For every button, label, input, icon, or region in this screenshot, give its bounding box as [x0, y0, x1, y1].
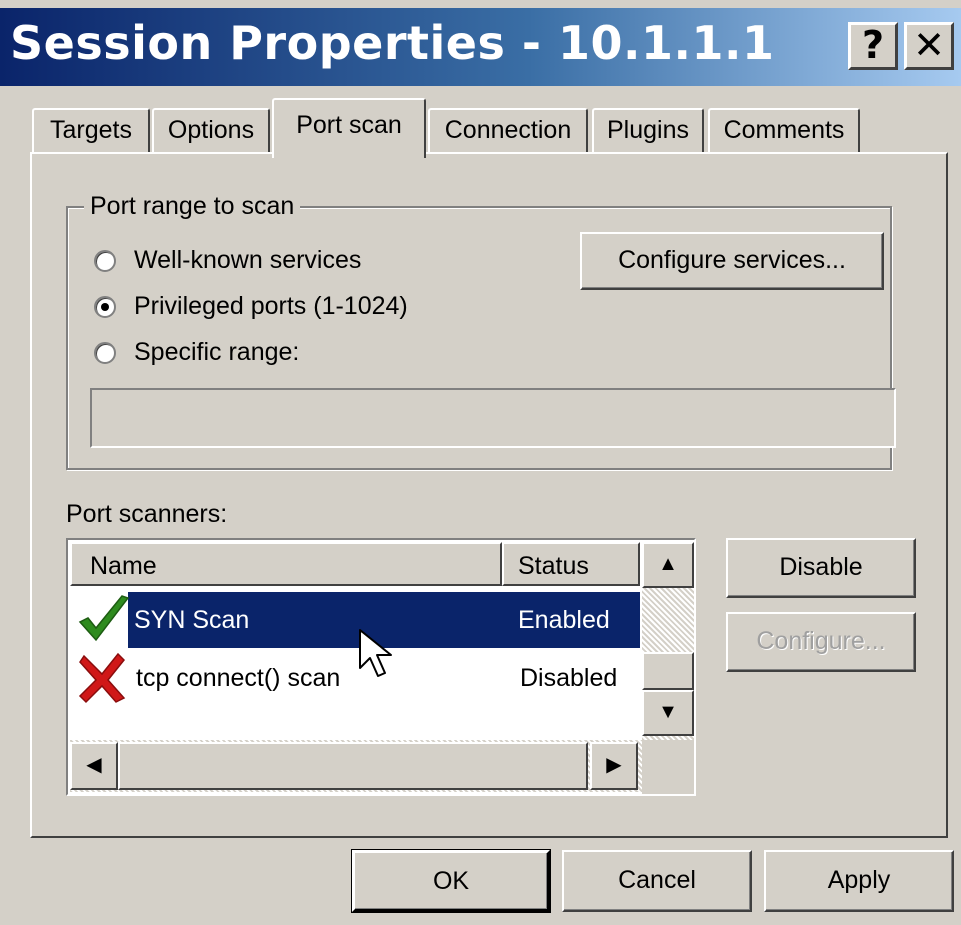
- scroll-right-button[interactable]: ▶: [590, 742, 638, 790]
- radio-privileged-ports-label: Privileged ports (1-1024): [134, 292, 408, 320]
- tab-comments[interactable]: Comments: [708, 108, 860, 154]
- scroll-thumb[interactable]: [642, 652, 694, 690]
- tab-plugins[interactable]: Plugins: [592, 108, 704, 154]
- cancel-button[interactable]: Cancel: [562, 850, 752, 912]
- help-button[interactable]: ?: [848, 22, 898, 70]
- radio-specific-range-label: Specific range:: [134, 338, 300, 366]
- configure-services-button[interactable]: Configure services...: [580, 232, 884, 290]
- scrollbar-corner: [642, 740, 694, 794]
- check-icon: [78, 595, 130, 642]
- column-header-status[interactable]: Status: [502, 542, 640, 586]
- cross-icon: [78, 652, 126, 704]
- scroll-up-button[interactable]: ▲: [642, 542, 694, 588]
- scanner-name: tcp connect() scan: [136, 664, 341, 692]
- tab-targets[interactable]: Targets: [32, 108, 150, 154]
- radio-specific-range[interactable]: [94, 342, 116, 364]
- close-icon: ✕: [913, 23, 945, 67]
- radio-well-known[interactable]: [94, 250, 116, 272]
- scroll-down-button[interactable]: ▼: [642, 690, 694, 736]
- radio-well-known-label: Well-known services: [134, 246, 362, 274]
- radio-privileged-ports[interactable]: [94, 296, 116, 318]
- ok-button[interactable]: OK: [351, 849, 551, 913]
- close-button[interactable]: ✕: [904, 22, 954, 70]
- tab-connection[interactable]: Connection: [428, 108, 588, 154]
- mouse-pointer-icon: [359, 629, 392, 677]
- specific-range-input[interactable]: [90, 388, 896, 448]
- tab-options[interactable]: Options: [152, 108, 270, 154]
- tab-port-scan[interactable]: Port scan: [272, 98, 426, 158]
- scanner-name: SYN Scan: [134, 606, 250, 634]
- configure-button[interactable]: Configure...: [726, 612, 916, 672]
- window-title: Session Properties - 10.1.1.1: [10, 16, 775, 70]
- radio-selected-dot: [101, 303, 109, 311]
- horizontal-scroll-thumb[interactable]: [118, 742, 588, 790]
- port-scanners-label: Port scanners:: [66, 500, 228, 528]
- scanner-status: Enabled: [518, 606, 610, 634]
- column-header-name[interactable]: Name: [70, 542, 502, 586]
- scanner-status: Disabled: [520, 664, 618, 692]
- apply-button[interactable]: Apply: [764, 850, 954, 912]
- scroll-left-button[interactable]: ◀: [70, 742, 118, 790]
- port-range-legend: Port range to scan: [84, 192, 301, 221]
- disable-button[interactable]: Disable: [726, 538, 916, 598]
